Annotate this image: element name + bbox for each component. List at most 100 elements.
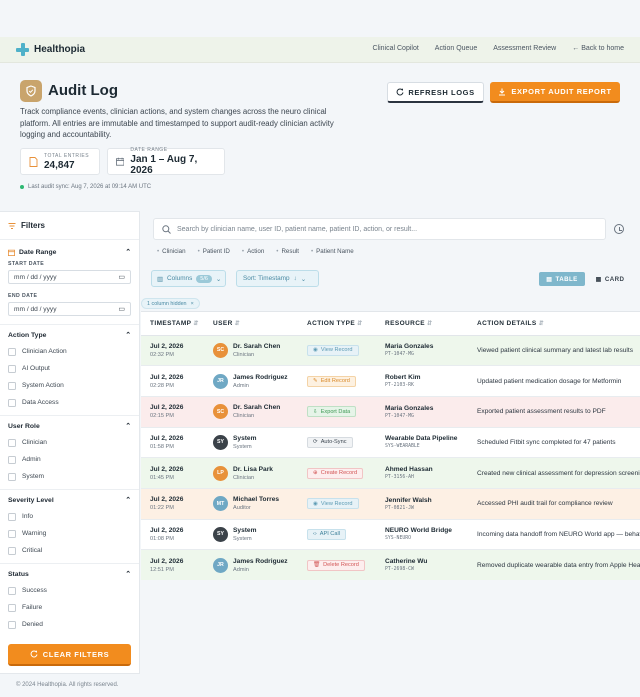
date-range-section-toggle[interactable]: Date Range ⌃: [8, 248, 131, 256]
table-row[interactable]: Jul 2, 2026 12:51 PM JR James Rodriguez Admi…: [141, 549, 640, 580]
column-header-user[interactable]: USER ⇵: [204, 312, 298, 336]
clear-filters-button[interactable]: CLEAR FILTERS: [8, 644, 131, 666]
filter-option-success[interactable]: Success: [8, 582, 131, 599]
search-chip[interactable]: Result: [276, 248, 299, 255]
search-chip[interactable]: Patient Name: [311, 248, 354, 255]
option-label: Success: [22, 587, 47, 594]
table-view-button[interactable]: ▤ TABLE: [539, 272, 585, 286]
start-date-placeholder: mm / dd / yyyy: [14, 273, 57, 281]
header-label: ACTION DETAILS: [477, 319, 537, 327]
action-type-badge[interactable]: ⊕ Create Record: [307, 467, 364, 479]
column-header-action-details[interactable]: ACTION DETAILS ⇵: [468, 312, 640, 336]
table-row[interactable]: Jul 2, 2026 01:45 PM LP Dr. Lisa Park Clinic…: [141, 457, 640, 489]
filter-option-ai-output[interactable]: AI Output: [8, 360, 131, 377]
checkbox[interactable]: [8, 364, 16, 373]
action-type-badge[interactable]: ✎ Edit Record: [307, 375, 356, 387]
refresh-logs-label: REFRESH LOGS: [408, 87, 475, 97]
action-type-section-toggle[interactable]: Action Type ⌃: [8, 331, 131, 340]
user-name: Dr. Lisa Park: [233, 465, 273, 473]
filter-option-admin[interactable]: Admin: [8, 451, 131, 468]
row-date: Jul 2, 2026: [150, 557, 184, 565]
checkbox[interactable]: [8, 438, 16, 447]
search-chip[interactable]: Patient ID: [198, 248, 230, 255]
checkbox[interactable]: [8, 603, 16, 612]
filter-option-critical[interactable]: Critical: [8, 542, 131, 559]
table-row[interactable]: Jul 2, 2026 01:08 PM SY System System ‹› API C…: [141, 519, 640, 551]
history-icon[interactable]: [614, 224, 624, 234]
column-header-resource[interactable]: RESOURCE ⇵: [376, 312, 468, 336]
table-row[interactable]: Jul 2, 2026 02:15 PM SC Dr. Sarah Chen Clini…: [141, 396, 640, 428]
filter-option-data-access[interactable]: Data Access: [8, 394, 131, 411]
filter-option-failure[interactable]: Failure: [8, 599, 131, 616]
search-chip[interactable]: Clinician: [157, 248, 185, 255]
filter-option-system[interactable]: System: [8, 468, 131, 485]
user-role: Clinician: [233, 351, 255, 358]
back-to-home-link[interactable]: ← Back to home: [572, 45, 624, 52]
refresh-logs-button[interactable]: REFRESH LOGS: [387, 82, 484, 103]
checkbox[interactable]: [8, 398, 16, 407]
card-view-button[interactable]: ▦ CARD: [591, 272, 629, 286]
filter-option-system-action[interactable]: System Action: [8, 377, 131, 394]
resource-name: Catherine Wu: [385, 558, 428, 566]
header-label: TIMESTAMP: [150, 319, 192, 327]
nav-link-clinical-copilot[interactable]: Clinical Copilot: [373, 45, 419, 52]
checkbox[interactable]: [8, 529, 16, 538]
filter-option-denied[interactable]: Denied: [8, 616, 131, 633]
nav-link-assessment-review[interactable]: Assessment Review: [493, 45, 556, 52]
row-date: Jul 2, 2026: [150, 496, 184, 504]
filter-option-clinician[interactable]: Clinician: [8, 434, 131, 451]
action-details-cell: Removed duplicate wearable data entry fr…: [468, 549, 640, 580]
checkbox[interactable]: [8, 620, 16, 629]
column-header-action-type[interactable]: ACTION TYPE ⇵: [298, 312, 376, 336]
checkbox[interactable]: [8, 347, 16, 356]
row-time: 01:22 PM: [150, 505, 174, 512]
checkbox[interactable]: [8, 381, 16, 390]
user-role-section-toggle[interactable]: User Role ⌃: [8, 422, 131, 431]
timestamp-cell: Jul 2, 2026 02:15 PM: [141, 396, 204, 428]
close-icon[interactable]: ×: [191, 301, 194, 307]
resource-name: Ahmed Hassan: [385, 466, 433, 474]
action-details-cell: Created new clinical assessment for depr…: [468, 457, 640, 489]
export-audit-report-button[interactable]: EXPORT AUDIT REPORT: [490, 82, 620, 103]
action-type-badge[interactable]: 🗑 Delete Record: [307, 559, 365, 571]
nav-link-action-queue[interactable]: Action Queue: [435, 45, 477, 52]
start-date-input[interactable]: mm / dd / yyyy ▭: [8, 270, 131, 284]
columns-icon: ▥: [157, 275, 164, 283]
avatar: SC: [213, 342, 228, 358]
search-input[interactable]: Search by clinician name, user ID, patie…: [153, 218, 606, 240]
severity-section-toggle[interactable]: Severity Level ⌃: [8, 496, 131, 505]
option-label: Clinician: [22, 439, 47, 446]
sort-label: Sort: Timestamp: [243, 275, 290, 282]
end-date-input[interactable]: mm / dd / yyyy ▭: [8, 302, 131, 316]
clear-filters-label: CLEAR FILTERS: [42, 649, 110, 659]
table-row[interactable]: Jul 2, 2026 01:22 PM MT Michael Torres Audit…: [141, 488, 640, 520]
status-section-toggle[interactable]: Status ⌃: [8, 570, 131, 579]
search-chip[interactable]: Action: [242, 248, 264, 255]
checkbox[interactable]: [8, 586, 16, 595]
action-type-icon: ⊕: [313, 470, 318, 477]
action-type-badge[interactable]: ⟳ Auto-Sync: [307, 436, 353, 448]
table-row[interactable]: Jul 2, 2026 02:28 PM JR James Rodriguez Admi…: [141, 365, 640, 397]
table-row[interactable]: Jul 2, 2026 01:58 PM SY System System ⟳ Auto-S…: [141, 427, 640, 459]
action-type-badge[interactable]: ◉ View Record: [307, 498, 359, 510]
hidden-columns-pill[interactable]: 1 column hidden ×: [141, 298, 200, 309]
action-type-badge[interactable]: ⇩ Export Data: [307, 406, 357, 418]
action-type-icon: ⇩: [313, 408, 318, 415]
checkbox[interactable]: [8, 455, 16, 464]
columns-button[interactable]: ▥ Columns 5/6 ⌄: [151, 270, 226, 287]
filter-option-warning[interactable]: Warning: [8, 525, 131, 542]
brand[interactable]: Healthopia: [16, 43, 85, 56]
filter-option-clinician-action[interactable]: Clinician Action: [8, 343, 131, 360]
checkbox[interactable]: [8, 546, 16, 555]
checkbox[interactable]: [8, 472, 16, 481]
sort-button[interactable]: Sort: Timestamp ↓ ⌄: [236, 270, 319, 287]
user-name: System: [233, 526, 257, 534]
checkbox[interactable]: [8, 512, 16, 521]
resource-cell: Maria Gonzales PT-1047-MG: [376, 335, 468, 367]
column-header-timestamp[interactable]: TIMESTAMP ⇵: [141, 312, 204, 336]
action-type-badge[interactable]: ◉ View Record: [307, 344, 359, 356]
action-details-cell: Accessed PHI audit trail for compliance …: [468, 488, 640, 520]
table-row[interactable]: Jul 2, 2026 02:32 PM SC Dr. Sarah Chen Clini…: [141, 335, 640, 367]
filter-option-info[interactable]: Info: [8, 508, 131, 525]
action-type-badge[interactable]: ‹› API Call: [307, 528, 346, 540]
